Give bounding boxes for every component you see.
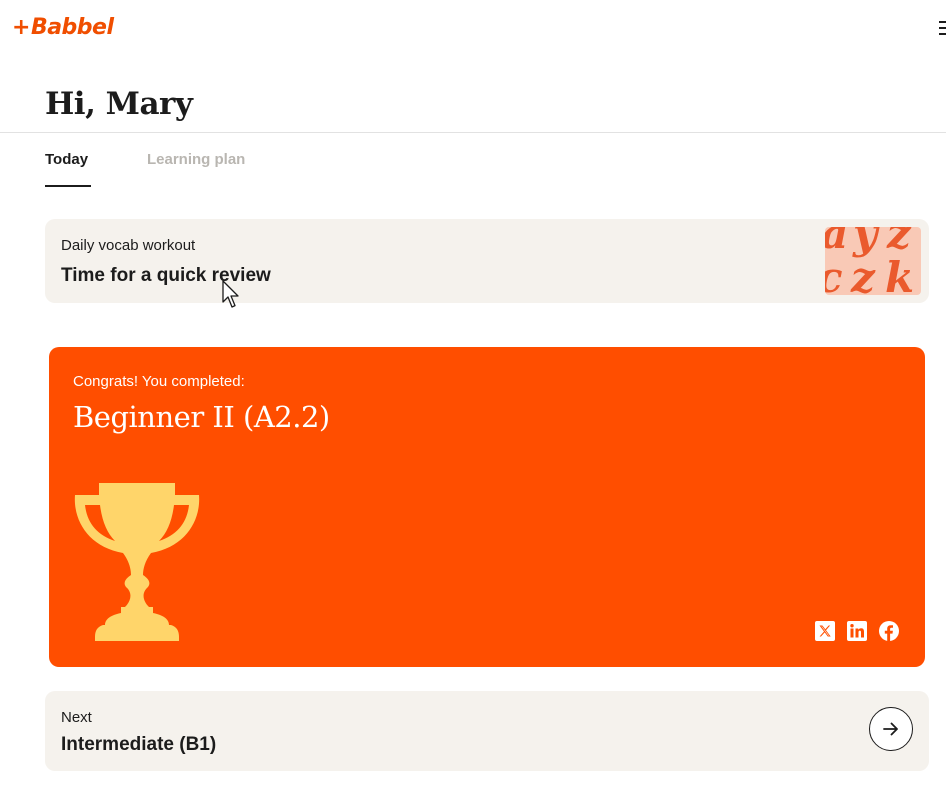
- tab-learning-plan[interactable]: Learning plan: [147, 150, 245, 170]
- babbel-logo[interactable]: +Babbel: [12, 14, 114, 42]
- vocab-card-subtitle: Daily vocab workout: [61, 237, 196, 254]
- active-tab-indicator: [45, 185, 91, 187]
- mouse-cursor-icon: [222, 280, 239, 308]
- vocab-workout-card[interactable]: Daily vocab workout Time for a quick rev…: [45, 219, 929, 303]
- hamburger-menu-icon[interactable]: [939, 21, 946, 35]
- next-course-button[interactable]: [869, 707, 913, 751]
- thumb-letter: y: [853, 227, 878, 258]
- thumb-letter: a: [825, 227, 848, 255]
- facebook-icon[interactable]: [879, 621, 899, 641]
- next-course-card[interactable]: Next Intermediate (B1): [45, 691, 929, 771]
- linkedin-icon[interactable]: [847, 621, 867, 641]
- tab-today[interactable]: Today: [45, 150, 88, 170]
- course-completed-card: Congrats! You completed: Beginner II (A2…: [49, 347, 925, 667]
- next-course-title: Intermediate (B1): [61, 734, 217, 755]
- greeting-heading: Hi, Mary: [45, 86, 193, 122]
- completed-course-title: Beginner II (A2.2): [73, 400, 330, 434]
- thumb-letter: c: [825, 257, 843, 296]
- trophy-icon: [74, 483, 200, 641]
- x-icon[interactable]: [815, 621, 835, 641]
- thumb-letter: k: [885, 253, 915, 296]
- next-course-subtitle: Next: [61, 709, 92, 726]
- vocab-thumbnail: a y z c z k: [825, 227, 921, 295]
- logo-text: Babbel: [30, 15, 114, 40]
- congrats-subtitle: Congrats! You completed:: [73, 373, 245, 390]
- arrow-right-icon: [883, 722, 898, 736]
- header-divider: [0, 132, 946, 133]
- thumb-letter: z: [851, 253, 875, 296]
- top-bar: +Babbel: [0, 0, 946, 58]
- thumb-letter: z: [887, 227, 911, 258]
